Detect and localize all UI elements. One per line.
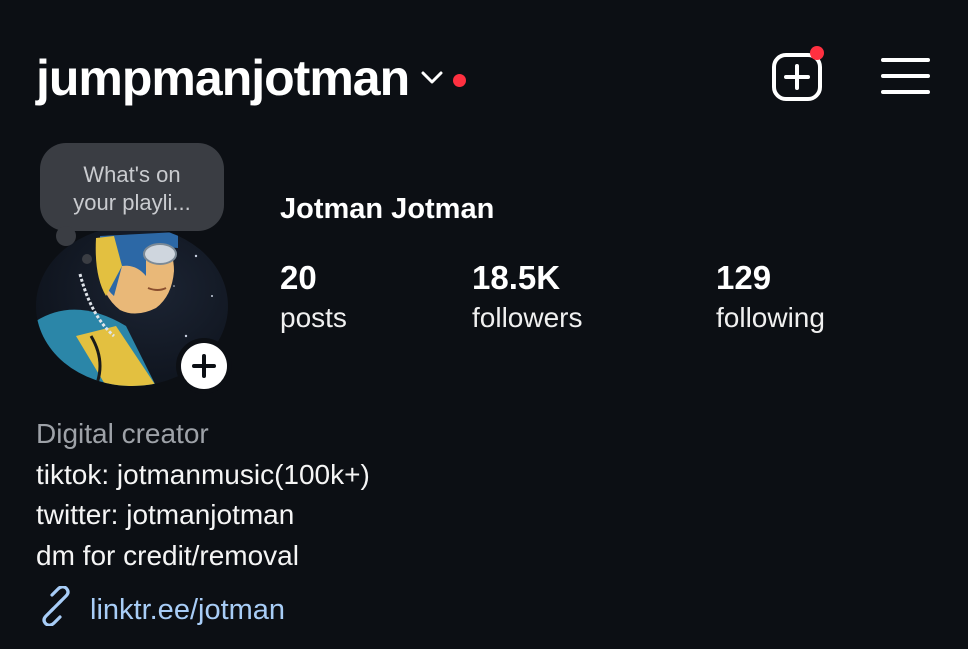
posts-label: posts: [280, 302, 347, 333]
bio-category: Digital creator: [36, 418, 209, 449]
note-bubble[interactable]: What's on your playli...: [40, 143, 224, 231]
stat-followers[interactable]: 18.5K followers: [472, 258, 582, 338]
menu-button[interactable]: [880, 56, 932, 100]
following-count: 129: [716, 259, 772, 296]
bio-line: twitter: jotmanjotman: [36, 499, 295, 530]
note-bubble-tail: [56, 226, 76, 246]
followers-count: 18.5K: [472, 259, 561, 296]
note-bubble-tail-small: [82, 254, 92, 264]
posts-count: 20: [280, 259, 317, 296]
chevron-down-icon[interactable]: [421, 71, 443, 90]
note-text-line2: your playli...: [73, 190, 191, 215]
bio: Digital creator tiktok: jotmanmusic(100k…: [36, 414, 370, 576]
add-story-button[interactable]: [176, 338, 232, 394]
plus-icon: [181, 343, 227, 389]
note-text-line1: What's on: [83, 162, 181, 187]
username[interactable]: jumpmanjotman: [36, 48, 410, 108]
hamburger-menu-icon: [880, 58, 932, 104]
full-name: Jotman Jotman: [280, 193, 495, 225]
link-icon: [36, 585, 76, 634]
stat-posts[interactable]: 20 posts: [280, 258, 347, 338]
create-button[interactable]: [770, 46, 826, 104]
plus-square-icon: [770, 53, 826, 108]
notification-dot: [453, 73, 467, 87]
following-label: following: [716, 302, 825, 333]
profile-header: jumpmanjotman: [36, 48, 467, 108]
stat-following[interactable]: 129 following: [716, 258, 825, 338]
create-notification-dot: [810, 46, 824, 60]
followers-label: followers: [472, 302, 583, 333]
bio-line: dm for credit/removal: [36, 539, 299, 571]
bio-link[interactable]: linktr.ee/jotman: [36, 585, 286, 634]
bio-line: tiktok: jotmanmusic(100k+): [36, 458, 370, 490]
link-text: linktr.ee/jotman: [90, 593, 286, 626]
